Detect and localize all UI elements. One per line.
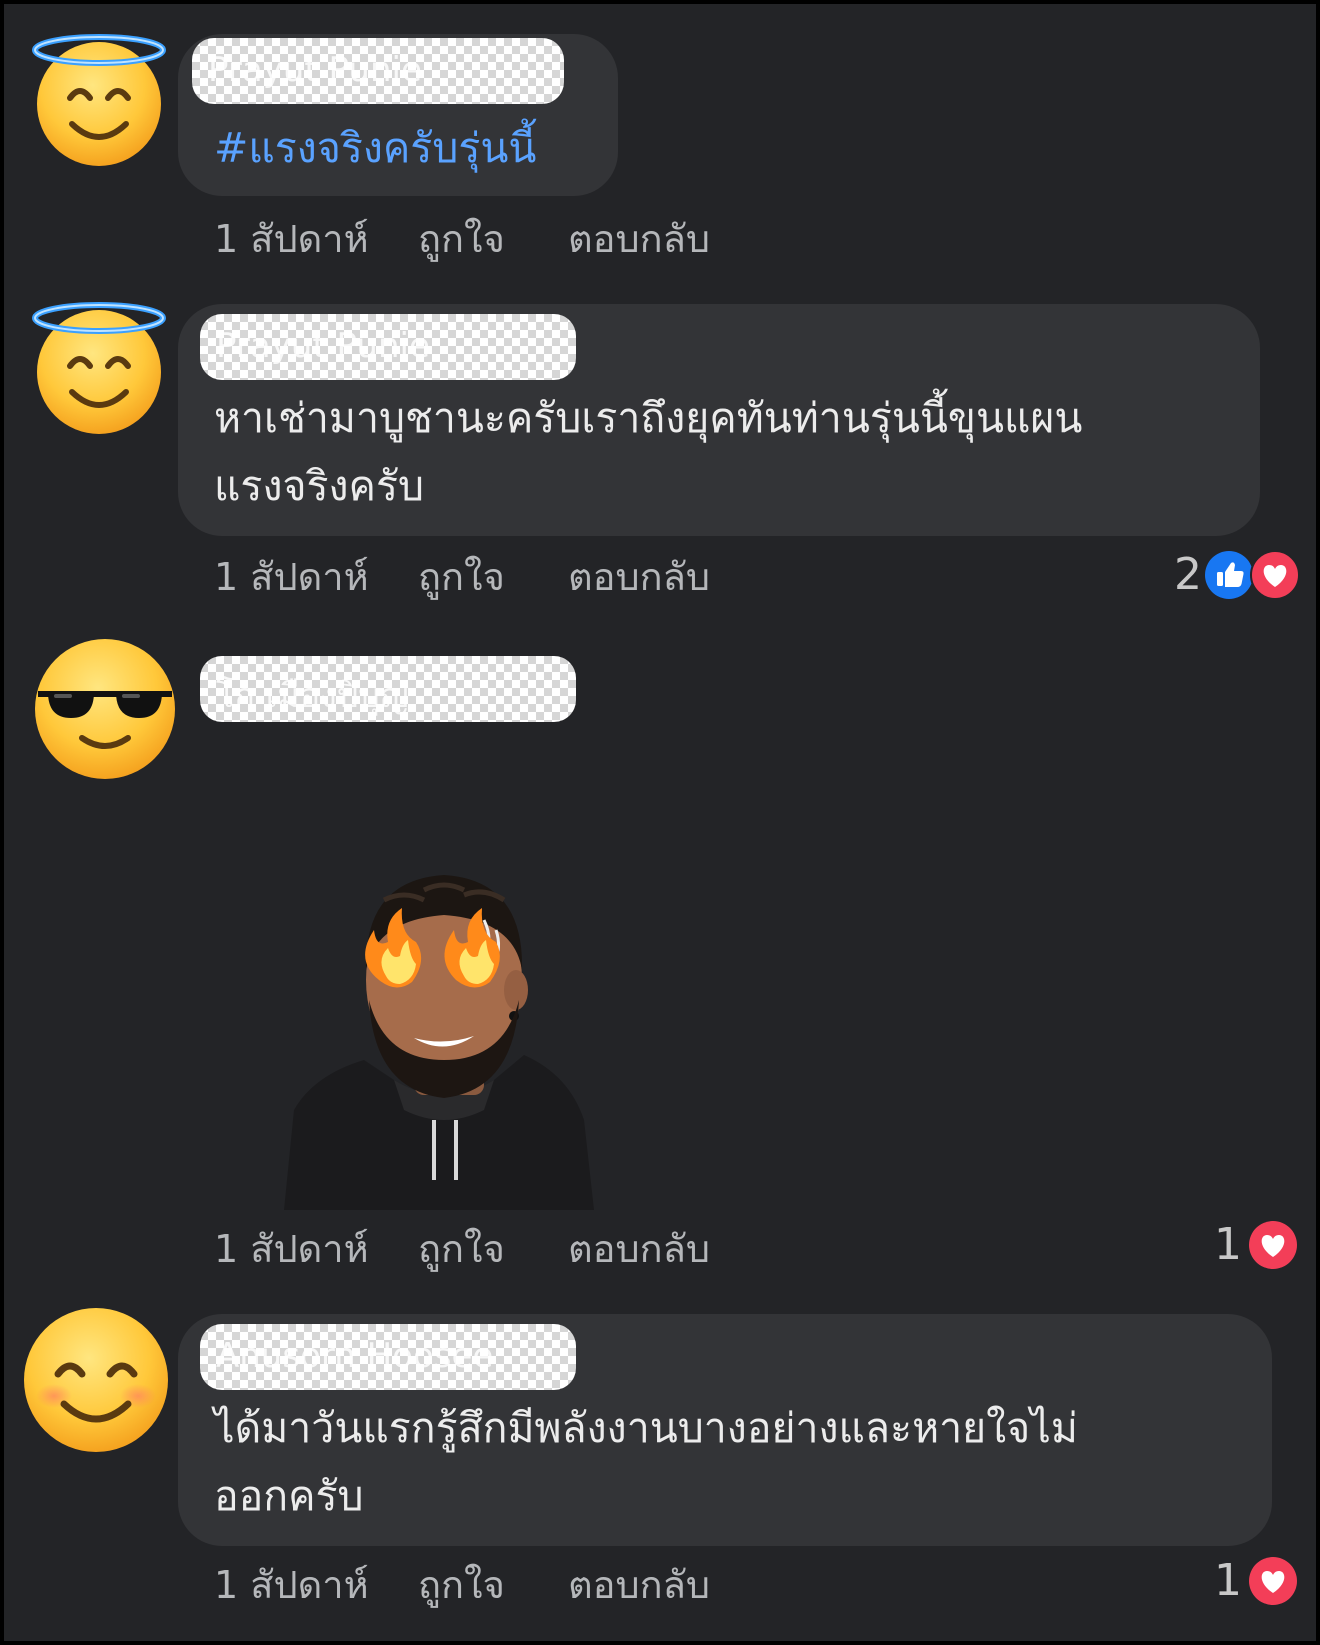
reaction-count: 1 <box>1214 1219 1242 1270</box>
love-icon <box>1248 1220 1298 1270</box>
reply-button[interactable]: ตอบกลับ <box>568 552 710 602</box>
like-button[interactable]: ถูกใจ <box>418 214 505 264</box>
comment-hashtag[interactable]: #แรงจริงครับรุ่นนี้ <box>214 114 536 182</box>
smiling-halo-icon[interactable] <box>30 296 168 436</box>
author-name[interactable]: Anusorn Hoosee <box>200 1324 576 1390</box>
love-icon <box>1248 1556 1298 1606</box>
comment-line: แรงจริงครับ <box>214 462 425 510</box>
reply-button[interactable]: ตอบกลับ <box>568 1224 710 1274</box>
timestamp[interactable]: 1 สัปดาห์ <box>214 552 369 602</box>
like-button[interactable]: ถูกใจ <box>418 1224 505 1274</box>
reaction-count: 2 <box>1174 549 1202 600</box>
reply-button[interactable]: ตอบกลับ <box>568 214 710 264</box>
author-name[interactable]: Prayut Punie <box>200 314 576 380</box>
like-icon <box>1204 550 1254 600</box>
timestamp[interactable]: 1 สัปดาห์ <box>214 214 369 264</box>
timestamp[interactable]: 1 สัปดาห์ <box>214 1224 369 1274</box>
reaction-summary[interactable]: 2 <box>1154 550 1300 600</box>
author-name[interactable]: โก เมืองปิ่บุญ <box>200 656 576 722</box>
comment-line: ออกครับ <box>214 1472 364 1520</box>
author-name[interactable]: Prayut Punie <box>192 38 564 104</box>
author-name-text: Prayut Punie <box>208 50 422 90</box>
timestamp[interactable]: 1 สัปดาห์ <box>214 1560 369 1610</box>
sunglasses-face-icon[interactable] <box>30 634 180 784</box>
author-name-text: Anusorn Hoosee <box>216 1336 494 1376</box>
comment-text: ได้มาวันแรกรู้สึกมีพลังงานบางอย่างและหาย… <box>214 1394 1254 1530</box>
comments-panel: Prayut Punie #แรงจริงครับรุ่นนี้ 1 สัปดา… <box>4 4 1316 1641</box>
smiling-halo-icon[interactable] <box>30 28 168 168</box>
comment-line: ได้มาวันแรกรู้สึกมีพลังงานบางอย่างและหาย… <box>214 1404 1078 1452</box>
like-button[interactable]: ถูกใจ <box>418 552 505 602</box>
author-name-text: Prayut Punie <box>216 326 430 366</box>
smiling-blush-icon[interactable] <box>20 1304 172 1456</box>
author-name-text: โก เมืองปิ่บุญ <box>216 676 409 716</box>
reply-button[interactable]: ตอบกลับ <box>568 1560 710 1610</box>
comment-line: หาเช่ามาบูชานะครับเราถึงยุคทันท่านรุ่นนี… <box>214 394 1083 442</box>
reaction-count: 1 <box>1214 1555 1242 1606</box>
comment-text: หาเช่ามาบูชานะครับเราถึงยุคทันท่านรุ่นนี… <box>214 384 1244 520</box>
like-button[interactable]: ถูกใจ <box>418 1560 505 1610</box>
avatar-sticker-fire-eyes[interactable] <box>284 860 604 1210</box>
reaction-summary[interactable]: 1 <box>1200 1220 1300 1270</box>
reaction-summary[interactable]: 1 <box>1200 1556 1300 1606</box>
love-icon <box>1250 550 1300 600</box>
